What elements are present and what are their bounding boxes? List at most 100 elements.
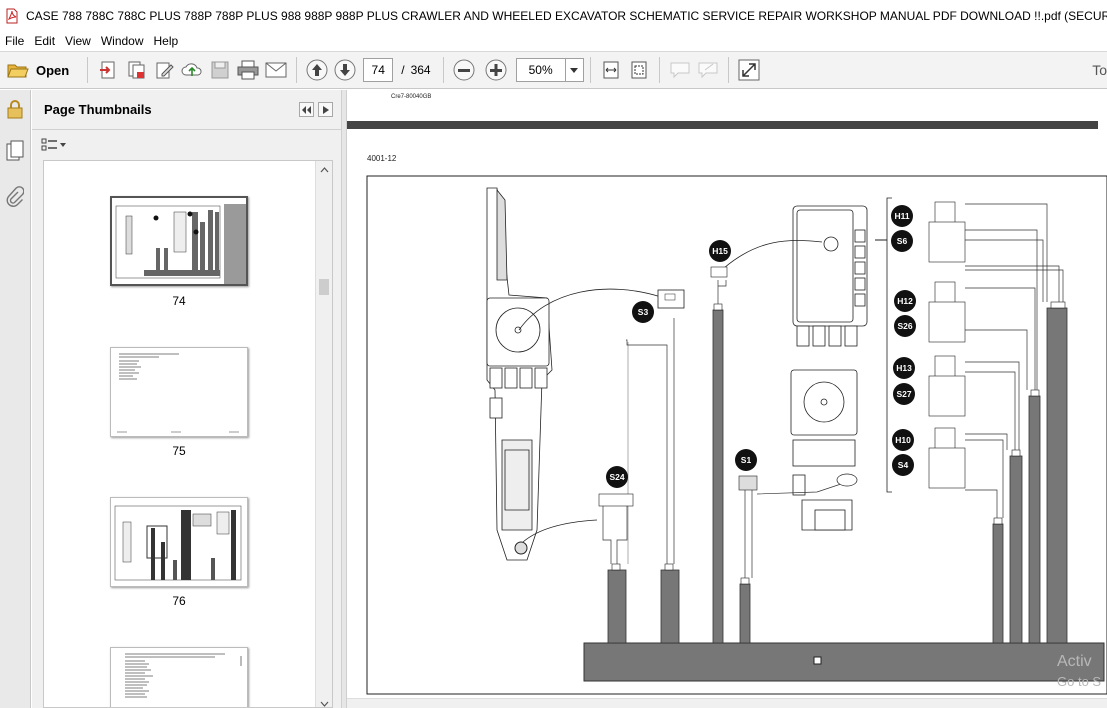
schematic-diagram: H11 S6 H12 S26 H13 S27 H10 S4 H15 S3 S24… [366,175,1107,695]
title-bar: CASE 788 788C 788C PLUS 788P 788P PLUS 9… [0,0,1107,31]
h15-connector [710,266,728,278]
s1-switch [738,475,758,491]
badge-s1: S1 [741,455,752,465]
thumbnail-page-77[interactable] [110,647,248,707]
badge-h12: H12 [897,296,913,306]
print-icon[interactable] [234,56,262,84]
badge-s26: S26 [897,321,912,331]
badge-h11: H11 [894,211,909,221]
thumbnail-list: 74 75 76 [43,160,333,708]
open-button[interactable]: Open [36,63,69,78]
thumbnail-options-button[interactable] [41,138,67,155]
pdf-file-icon [6,8,18,23]
badge-s3: S3 [638,307,649,317]
options-menu-icon [41,138,66,151]
toolbar-separator [589,57,591,83]
thumbnail-preview [125,653,242,698]
scrollbar-thumb[interactable] [319,279,329,295]
email-icon[interactable] [262,56,290,84]
badge-s4: S4 [898,460,909,470]
page-thumbnails-panel: Page Thumbnails 74 75 76 [32,90,341,708]
s24-connector [598,493,634,507]
sign-icon[interactable] [694,56,722,84]
component-badges [606,205,916,488]
menu-edit[interactable]: Edit [31,34,62,48]
tools-label[interactable]: To [1092,62,1107,78]
thumbnail-label: 75 [172,444,186,458]
thumbnail-page-75[interactable] [110,347,248,437]
expand-panel-button[interactable] [318,102,333,117]
toolbar-separator [442,57,444,83]
watermark-line-2: Go to S [1057,674,1102,689]
harness-bus [583,642,1105,682]
connector-blocks [928,201,966,489]
menu-help[interactable]: Help [151,34,186,48]
double-chevron-left-icon [302,105,311,114]
save-icon[interactable] [206,56,234,84]
next-page-icon[interactable] [331,56,359,84]
fit-width-icon[interactable] [597,56,625,84]
window-title: CASE 788 788C 788C PLUS 788P 788P PLUS 9… [26,8,1107,23]
badge-h15: H15 [712,246,728,256]
scroll-up-icon[interactable] [316,165,333,175]
chevron-down-icon [570,67,579,73]
open-folder-icon[interactable] [4,56,32,84]
page-thumbnails-icon[interactable] [4,140,26,162]
bus-connector [813,656,822,665]
thumbnail-preview [114,200,246,284]
toolbar-separator [658,57,660,83]
attachment-icon[interactable] [4,186,26,208]
fit-page-icon[interactable] [625,56,653,84]
page-number-input[interactable] [363,58,394,82]
harness-bars [607,307,1068,644]
badge-s27: S27 [896,389,911,399]
thumbnail-label: 74 [172,294,186,308]
toolbar: Open / 364 [0,51,1107,89]
full-screen-icon[interactable] [735,56,763,84]
thumbnail-page-74[interactable] [110,196,248,286]
page-total-separator: / [401,63,405,77]
collapse-panel-button[interactable] [299,102,314,117]
navigation-rail [0,90,31,708]
thumbnail-scrollbar[interactable] [315,161,333,708]
toolbar-separator [296,57,298,83]
security-lock-icon[interactable] [4,98,26,120]
thumbnail-preview [114,505,242,581]
badge-labels: H11 S6 H12 S26 H13 S27 H10 S4 H15 S3 S24… [609,211,913,482]
menu-view[interactable]: View [62,34,98,48]
chevron-right-icon [322,105,329,114]
menu-bar: File Edit View Window Help [0,31,1107,51]
document-horizontal-scrollbar[interactable] [347,698,1107,708]
zoom-dropdown-button[interactable] [565,58,584,82]
left-control-handle [486,187,553,561]
previous-page-icon[interactable] [303,56,331,84]
toolbar-separator [727,57,729,83]
document-view[interactable]: Cre7-80040GB 4001-12 H11 S6 H12 S26 H13 … [347,90,1107,708]
page-total: 364 [410,63,431,77]
panel-title: Page Thumbnails [44,102,152,117]
menu-file[interactable]: File [2,34,31,48]
badge-s6: S6 [897,236,908,246]
thumbnail-label: 76 [172,594,186,608]
zoom-in-icon[interactable] [482,56,510,84]
create-pdf-icon[interactable] [94,56,122,84]
upload-cloud-icon[interactable] [178,56,206,84]
zoom-out-icon[interactable] [450,56,478,84]
zoom-level-input[interactable] [515,58,566,82]
edit-document-icon[interactable] [150,56,178,84]
toolbar-separator [87,57,89,83]
panel-header: Page Thumbnails [32,90,341,130]
comment-icon[interactable] [666,56,694,84]
scroll-down-icon[interactable] [316,699,333,708]
menu-window[interactable]: Window [98,34,151,48]
panel-controls [299,102,333,117]
left-switch-knob [514,541,528,555]
badge-h13: H13 [896,363,912,373]
badge-h10: H10 [895,435,911,445]
combine-files-icon[interactable] [122,56,150,84]
thumbnail-page-76[interactable] [110,497,248,587]
activation-watermark: Activ Go to S [1057,652,1107,692]
watermark-line-1: Activ [1057,653,1092,670]
badge-s24: S24 [609,472,624,482]
thumbnail-preview [117,353,239,433]
